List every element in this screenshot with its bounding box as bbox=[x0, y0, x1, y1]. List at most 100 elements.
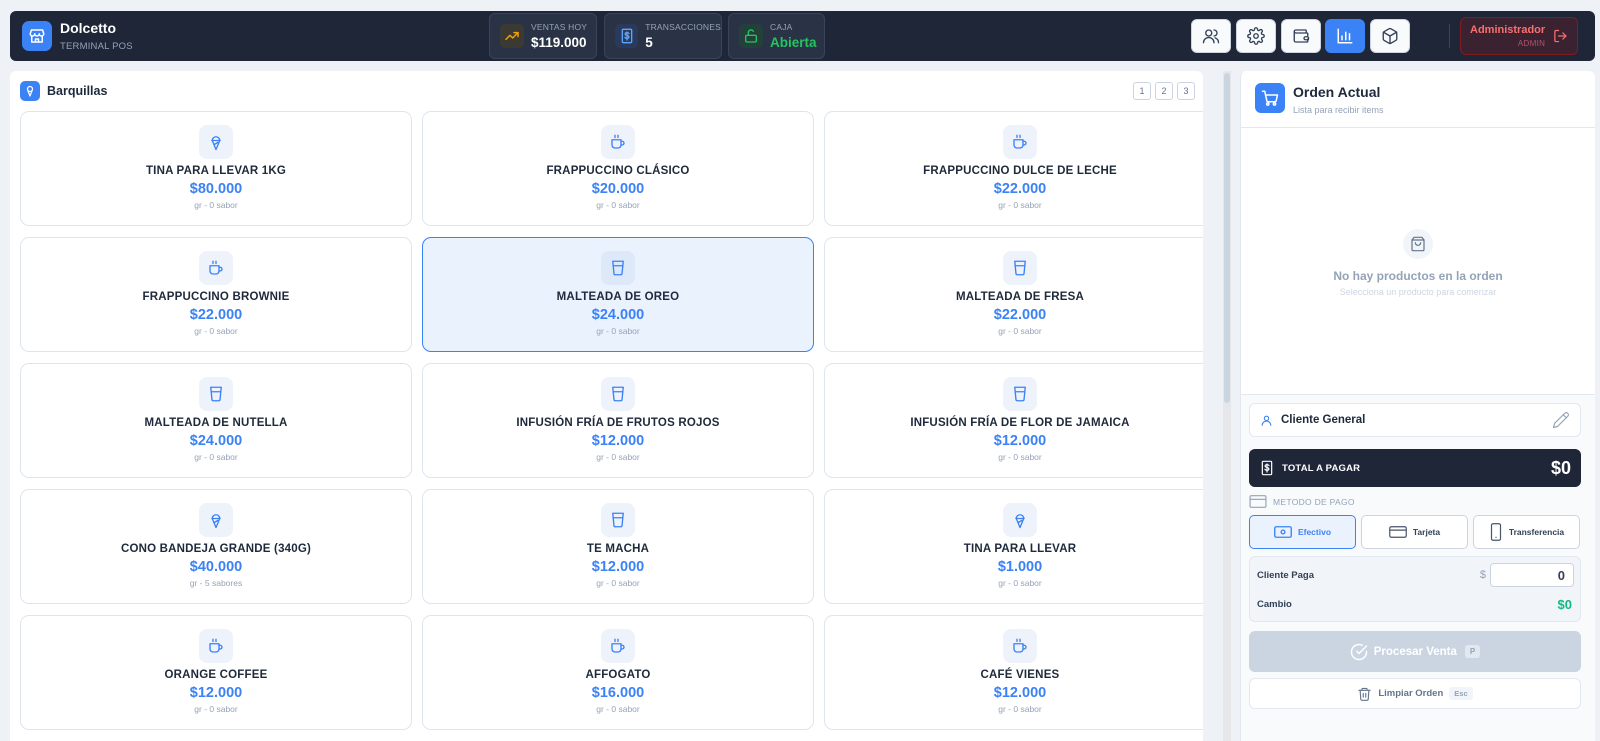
change-label: Cambio bbox=[1257, 599, 1292, 610]
product-meta: gr - 0 sabor bbox=[998, 578, 1042, 588]
product-card[interactable]: FRAPPUCCINO DULCE DE LECHE $22.000 gr - 0 … bbox=[824, 111, 1203, 226]
brand-subtitle: TERMINAL POS bbox=[60, 41, 133, 52]
product-name: MALTEADA DE FRESA bbox=[956, 291, 1084, 303]
brand: Dolcetto TERMINAL POS bbox=[22, 20, 133, 52]
page-button[interactable]: 2 bbox=[1155, 82, 1173, 100]
product-card[interactable]: FRAPPUCCINO CLÁSICO $20.000 gr - 0 sabor bbox=[422, 111, 814, 226]
reports-button[interactable] bbox=[1325, 19, 1365, 53]
category-title: Barquillas bbox=[47, 84, 108, 98]
currency-symbol: $ bbox=[1479, 569, 1486, 581]
product-name: FRAPPUCCINO BROWNIE bbox=[142, 291, 290, 303]
product-card[interactable]: ORANGE COFFEE $12.000 gr - 0 sabor bbox=[20, 615, 412, 730]
product-price: $12.000 bbox=[591, 559, 645, 575]
clear-order-button[interactable]: Limpiar Orden Esc bbox=[1249, 678, 1581, 709]
box-icon bbox=[1382, 27, 1398, 45]
top-bar: Dolcetto TERMINAL POS VENTAS HOY $119.00… bbox=[10, 11, 1595, 61]
product-price: $22.000 bbox=[993, 181, 1047, 197]
glass-icon bbox=[601, 251, 635, 285]
product-name: CAFÉ VIENES bbox=[980, 669, 1060, 681]
coffee-cup-icon bbox=[1003, 125, 1037, 159]
payment-transfer-button[interactable]: Transferencia bbox=[1473, 515, 1580, 549]
product-card[interactable]: INFUSIÓN FRÍA DE FRUTOS ROJOS $12.000 gr -… bbox=[422, 363, 814, 478]
divider bbox=[1449, 24, 1450, 48]
inventory-button[interactable] bbox=[1370, 19, 1410, 53]
logout-button[interactable]: Administrador ADMIN bbox=[1460, 17, 1578, 55]
coffee-cup-icon bbox=[199, 251, 233, 285]
client-selector[interactable]: Cliente General bbox=[1249, 403, 1581, 437]
order-subtitle: Lista para recibir items bbox=[1293, 105, 1384, 115]
settings-button[interactable] bbox=[1236, 19, 1276, 53]
product-card[interactable]: MALTEADA DE FRESA $22.000 gr - 0 sabor bbox=[824, 237, 1203, 352]
order-header: Orden Actual Lista para recibir items bbox=[1255, 83, 1384, 115]
product-meta: gr - 0 sabor bbox=[596, 578, 640, 588]
process-sale-label: Procesar Venta bbox=[1373, 645, 1457, 658]
product-meta: gr - 0 sabor bbox=[998, 200, 1042, 210]
stat-cash-register: CAJA Abierta bbox=[728, 13, 825, 59]
product-card[interactable]: FRAPPUCCINO BROWNIE $22.000 gr - 0 sabor bbox=[20, 237, 412, 352]
product-name: FRAPPUCCINO CLÁSICO bbox=[546, 165, 690, 177]
product-price: $1.000 bbox=[997, 559, 1043, 575]
payment-card-label: Tarjeta bbox=[1412, 527, 1441, 537]
product-card[interactable]: TE MACHA $12.000 gr - 0 sabor bbox=[422, 489, 814, 604]
glass-icon bbox=[1003, 377, 1037, 411]
store-icon bbox=[22, 21, 52, 51]
process-sale-button[interactable]: Procesar Venta P bbox=[1249, 631, 1581, 672]
receipt-icon bbox=[615, 24, 639, 48]
divider bbox=[1241, 127, 1595, 128]
client-pays-label: Cliente Paga bbox=[1257, 569, 1315, 581]
glass-icon bbox=[601, 377, 635, 411]
order-title: Orden Actual bbox=[1293, 84, 1381, 100]
product-meta: gr - 0 sabor bbox=[194, 200, 238, 210]
logout-icon bbox=[1554, 29, 1567, 43]
product-card[interactable]: MALTEADA DE OREO $24.000 gr - 0 sabor bbox=[422, 237, 814, 352]
receipt-icon bbox=[1261, 460, 1273, 476]
ice-cream-icon bbox=[199, 125, 233, 159]
product-card[interactable]: MALTEADA DE NUTELLA $24.000 gr - 0 sabor bbox=[20, 363, 412, 478]
product-card[interactable]: TINA PARA LLEVAR $1.000 gr - 0 sabor bbox=[824, 489, 1203, 604]
checkout-area: Cliente General TOTAL A PAGAR $0 METODO … bbox=[1241, 394, 1595, 741]
product-meta: gr - 0 sabor bbox=[998, 326, 1042, 336]
shortcut-key: Esc bbox=[1449, 687, 1473, 700]
coffee-cup-icon bbox=[601, 125, 635, 159]
page-button[interactable]: 1 bbox=[1133, 82, 1151, 100]
payment-details: Cliente Paga $ Cambio $0 bbox=[1249, 556, 1581, 622]
total-bar: TOTAL A PAGAR $0 bbox=[1249, 449, 1581, 487]
order-panel: Orden Actual Lista para recibir items No… bbox=[1240, 71, 1595, 741]
pencil-icon[interactable] bbox=[1552, 411, 1570, 429]
unlock-icon bbox=[739, 24, 763, 48]
client-name: Cliente General bbox=[1281, 414, 1366, 426]
product-card[interactable]: TINA PARA LLEVAR 1KG $80.000 gr - 0 sabor bbox=[20, 111, 412, 226]
product-meta: gr - 5 sabores bbox=[189, 578, 243, 588]
stat-sales-today: VENTAS HOY $119.000 bbox=[489, 13, 597, 59]
product-card[interactable]: AFFOGATO $16.000 gr - 0 sabor bbox=[422, 615, 814, 730]
product-card[interactable]: CAFÉ VIENES $12.000 gr - 0 sabor bbox=[824, 615, 1203, 730]
smartphone-icon bbox=[1490, 523, 1501, 541]
product-grid: TINA PARA LLEVAR 1KG $80.000 gr - 0 sabor F… bbox=[20, 111, 1203, 730]
page-button[interactable]: 3 bbox=[1177, 82, 1195, 100]
coffee-cup-icon bbox=[199, 629, 233, 663]
glass-icon bbox=[601, 503, 635, 537]
scrollbar-thumb[interactable] bbox=[1224, 73, 1230, 403]
client-pays-input[interactable] bbox=[1490, 563, 1574, 587]
payment-methods: Efectivo Tarjeta Transferencia bbox=[1249, 515, 1580, 549]
total-value: $0 bbox=[1550, 457, 1571, 478]
payment-card-button[interactable]: Tarjeta bbox=[1361, 515, 1468, 549]
product-price: $22.000 bbox=[993, 307, 1047, 323]
check-circle-icon bbox=[1350, 643, 1368, 660]
payment-method-text: METODO DE PAGO bbox=[1273, 496, 1355, 507]
payment-cash-button[interactable]: Efectivo bbox=[1249, 515, 1356, 549]
product-card[interactable]: CONO BANDEJA GRANDE (340G) $40.000 gr - 5 … bbox=[20, 489, 412, 604]
product-name: TINA PARA LLEVAR bbox=[963, 543, 1077, 555]
wallet-button[interactable] bbox=[1281, 19, 1321, 53]
product-price: $12.000 bbox=[189, 685, 243, 701]
users-button[interactable] bbox=[1191, 19, 1231, 53]
product-price: $24.000 bbox=[591, 307, 645, 323]
stat-value: Abierta bbox=[770, 35, 817, 50]
product-name: INFUSIÓN FRÍA DE FRUTOS ROJOS bbox=[516, 417, 720, 429]
product-card[interactable]: INFUSIÓN FRÍA DE FLOR DE JAMAICA $12.000 g… bbox=[824, 363, 1203, 478]
products-panel: Barquillas 1 2 3 TINA PARA LLEVAR 1KG $80… bbox=[10, 71, 1203, 741]
product-name: CONO BANDEJA GRANDE (340G) bbox=[120, 543, 312, 555]
product-meta: gr - 0 sabor bbox=[596, 452, 640, 462]
total-label: TOTAL A PAGAR bbox=[1282, 462, 1361, 474]
product-meta: gr - 0 sabor bbox=[998, 452, 1042, 462]
